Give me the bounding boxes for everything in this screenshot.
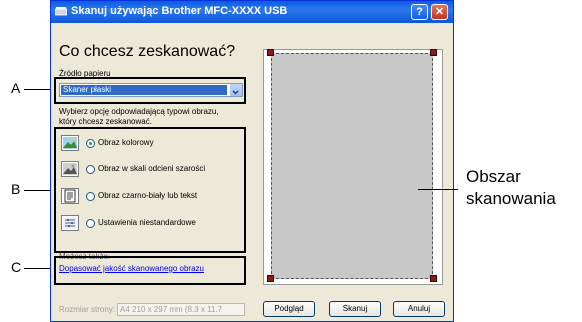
scan-area-callout-line	[418, 189, 458, 190]
callout-b-letter: B	[11, 181, 21, 197]
callout-b-box	[54, 127, 246, 253]
cancel-button[interactable]: Anuluj	[393, 301, 445, 317]
preview-button[interactable]: Podgląd	[263, 301, 315, 317]
page-size-value: A4 210 x 297 mm (8.3 x 11.7	[120, 305, 223, 314]
selection-handle-top-left[interactable]	[267, 49, 274, 56]
page-size-select[interactable]: A4 210 x 297 mm (8.3 x 11.7	[117, 303, 245, 316]
selection-handle-top-right[interactable]	[430, 49, 437, 56]
instruction-text-2: który chcesz zeskanować.	[59, 117, 152, 126]
scan-selection-area[interactable]	[271, 53, 433, 279]
selection-handle-bottom-right[interactable]	[430, 275, 437, 282]
title-bar[interactable]: Skanuj używając Brother MFC-XXXX USB ? ✕	[51, 1, 453, 23]
callout-a-box	[54, 77, 246, 104]
callout-c-letter: C	[11, 259, 22, 275]
callout-c-box	[54, 256, 246, 285]
window-title: Skanuj używając Brother MFC-XXXX USB	[71, 5, 288, 17]
close-button[interactable]: ✕	[431, 4, 448, 20]
callout-a-letter: A	[11, 80, 21, 96]
dialog-heading: Co chcesz zeskanować?	[59, 43, 236, 60]
scan-area-annotation-1: Obszar	[466, 167, 521, 186]
selection-handle-bottom-left[interactable]	[267, 275, 274, 282]
scan-button[interactable]: Skanuj	[329, 301, 381, 317]
help-button[interactable]: ?	[411, 4, 428, 20]
scanner-app-icon	[55, 7, 67, 16]
instruction-text-1: Wybierz opcję odpowiadającą typowi obraz…	[59, 107, 219, 116]
page-size-label: Rozmiar strony:	[59, 305, 116, 314]
scan-area-annotation-2: skanowania	[466, 189, 556, 208]
